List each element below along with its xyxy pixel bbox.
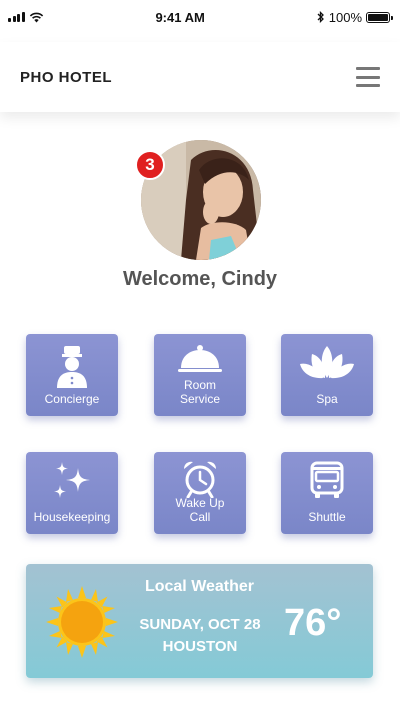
sparkles-icon: [54, 462, 90, 498]
sun-icon: [46, 586, 118, 658]
tile-room-service[interactable]: Room Service: [154, 334, 246, 416]
notification-badge[interactable]: 3: [135, 150, 165, 180]
profile-avatar-container[interactable]: 3: [135, 140, 261, 260]
tile-spa[interactable]: Spa: [281, 334, 373, 416]
bellhop-icon: [57, 346, 87, 388]
tile-concierge[interactable]: Concierge: [26, 334, 118, 416]
weather-date-location: SUNDAY, OCT 28 HOUSTON: [126, 614, 274, 658]
tile-wake-up-call[interactable]: Wake Up Call: [154, 452, 246, 534]
tile-shuttle[interactable]: Shuttle: [281, 452, 373, 534]
status-bar-left: [8, 12, 44, 23]
tile-label: Concierge: [44, 392, 100, 406]
tile-label: Wake Up Call: [175, 496, 225, 524]
hamburger-menu-icon[interactable]: [356, 67, 380, 87]
status-time: 9:41 AM: [155, 9, 205, 25]
weather-title: Local Weather: [144, 578, 255, 595]
battery-icon: [366, 11, 393, 23]
lotus-icon: [300, 346, 354, 379]
tile-label: Room Service: [179, 378, 220, 406]
hotel-name: PHO HOTEL: [20, 68, 113, 86]
weather-city: HOUSTON: [162, 638, 238, 655]
app-header: PHO HOTEL: [0, 42, 400, 112]
tile-label: Housekeeping: [33, 510, 111, 524]
tile-label: Spa: [316, 392, 338, 406]
status-bar: 9:41 AM 100%: [0, 0, 400, 34]
bus-icon: [310, 461, 344, 498]
signal-icon: [8, 12, 25, 22]
battery-percent: 100%: [328, 9, 362, 25]
bluetooth-icon: [317, 11, 324, 23]
weather-temperature: 76°: [284, 602, 342, 644]
cloche-icon: [178, 345, 222, 372]
alarm-clock-icon: [183, 461, 217, 498]
wifi-icon: [29, 12, 43, 22]
weather-date: SUNDAY, OCT 28: [139, 616, 261, 633]
tile-label: Shuttle: [308, 510, 346, 524]
status-bar-right: 100%: [317, 9, 393, 25]
welcome-message: Welcome, Cindy: [122, 268, 278, 290]
weather-card[interactable]: Local Weather SUNDAY, OCT 28 HOUSTON 76°: [26, 564, 373, 678]
tile-housekeeping[interactable]: Housekeeping: [26, 452, 118, 534]
